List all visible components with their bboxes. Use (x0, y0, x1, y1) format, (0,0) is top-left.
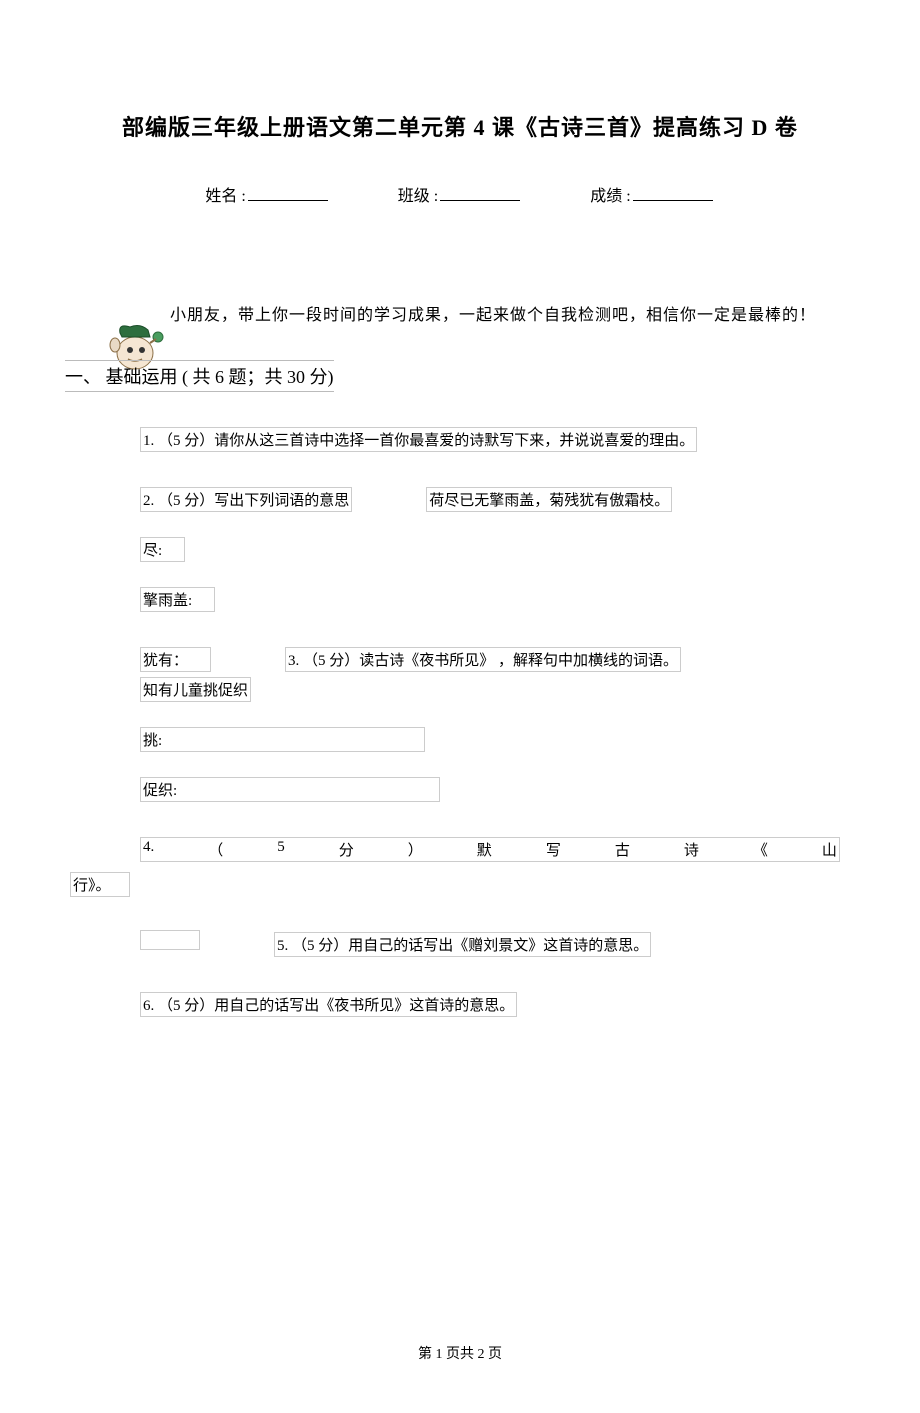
page-footer: 第 1 页共 2 页 (0, 1343, 920, 1363)
question-1: 1. （5 分）请你从这三首诗中选择一首你最喜爱的诗默写下来，并说说喜爱的理由。 (140, 427, 697, 452)
name-label: 姓名 : (205, 188, 245, 205)
question-4-line2: 行》。 (70, 872, 130, 897)
question-5: 5. （5 分）用自己的话写出《赠刘景文》这首诗的意思。 (274, 932, 651, 957)
name-blank[interactable] (248, 185, 328, 201)
q3-sentence: 知有儿童挑促织 (140, 677, 251, 702)
score-label: 成绩 : (590, 188, 630, 205)
class-blank[interactable] (440, 185, 520, 201)
q2-word-qingyugai: 擎雨盖: (140, 587, 215, 612)
q2-sentence: 荷尽已无擎雨盖，菊残犹有傲霜枝。 (426, 487, 672, 512)
intro-text: 小朋友，带上你一段时间的学习成果，一起来做个自我检测吧，相信你一定是最棒的！ (170, 301, 850, 325)
student-info-line: 姓名 : 班级 : 成绩 : (70, 182, 850, 206)
class-label: 班级 : (398, 188, 438, 205)
document-title: 部编版三年级上册语文第二单元第 4 课《古诗三首》提高练习 D 卷 (70, 110, 850, 142)
q3-word-tiao: 挑: (140, 727, 425, 752)
q2-word-jin: 尽: (140, 537, 185, 562)
question-2: 2. （5 分）写出下列词语的意思 (140, 487, 352, 512)
question-3: 3. （5 分）读古诗《夜书所见》 ，解释句中加横线的词语。 (285, 647, 681, 672)
q2-word-youyou: 犹有： (140, 647, 211, 672)
question-6: 6. （5 分）用自己的话写出《夜书所见》这首诗的意思。 (140, 992, 517, 1017)
q3-word-cuzhi: 促织: (140, 777, 440, 802)
score-blank[interactable] (633, 185, 713, 201)
section-1-header: 一、 基础运用 ( 共 6 题；共 30 分) (65, 360, 334, 392)
answer-box[interactable] (140, 930, 200, 950)
question-4-line1: 4. （ 5 分 ） 默 写 古 诗 《 山 (140, 837, 840, 862)
